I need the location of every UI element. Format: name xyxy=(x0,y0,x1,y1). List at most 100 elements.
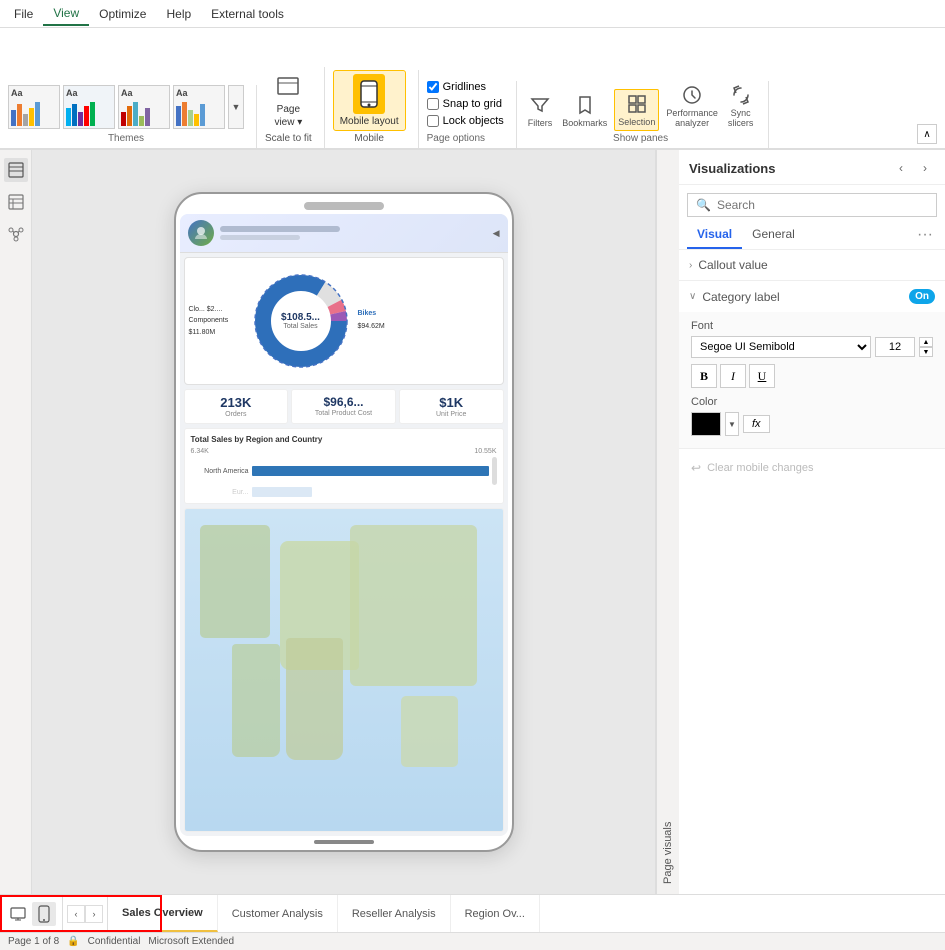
menu-file[interactable]: File xyxy=(4,3,43,25)
table-view-icon[interactable] xyxy=(4,190,28,214)
phone-mockup: ◀ Clo... $2.... Components $11.80M xyxy=(174,192,514,852)
page-options-group: Gridlines Snap to grid Lock objects Page… xyxy=(427,81,517,148)
font-field-label: Font xyxy=(691,320,933,332)
page-visuals-tab[interactable]: Page visuals xyxy=(656,150,679,894)
clear-mobile-label: Clear mobile changes xyxy=(707,462,813,474)
scale-to-fit-label: Scale to fit xyxy=(265,133,312,144)
category-label-header[interactable]: ∨ Category label On xyxy=(679,281,945,312)
page-nav-next[interactable]: › xyxy=(85,905,103,923)
mobile-view-btn[interactable] xyxy=(32,902,56,926)
color-dropdown-btn[interactable]: ▼ xyxy=(725,412,739,436)
sync-slicers-btn[interactable]: Syncslicers xyxy=(725,81,757,131)
bar-chart-section: Total Sales by Region and Country 6.34K … xyxy=(184,428,504,504)
theme-dropdown-btn[interactable]: ▼ xyxy=(228,85,244,129)
donut-label: Total Sales xyxy=(281,323,320,330)
category-toggle[interactable]: On xyxy=(909,289,935,304)
menu-external-tools[interactable]: External tools xyxy=(201,3,294,25)
theme-box-1[interactable]: Aa xyxy=(8,85,60,129)
panel-nav-forward[interactable]: › xyxy=(915,158,935,178)
desktop-view-btn[interactable] xyxy=(6,902,30,926)
snap-to-grid-checkbox[interactable]: Snap to grid xyxy=(427,98,504,110)
search-box[interactable]: 🔍 xyxy=(687,193,937,217)
page-view-label: Page xyxy=(277,104,300,115)
bottom-bar: ‹ › Sales Overview Customer Analysis Res… xyxy=(0,894,945,932)
lock-objects-checkbox[interactable]: Lock objects xyxy=(427,115,504,127)
search-icon: 🔍 xyxy=(696,198,711,212)
search-input[interactable] xyxy=(717,198,928,212)
theme-box-2[interactable]: Aa xyxy=(63,85,115,129)
category-label-section: ∨ Category label On Font Segoe UI Semibo… xyxy=(679,281,945,449)
panel-title: Visualizations xyxy=(689,161,775,176)
callout-value-label: Callout value xyxy=(698,258,935,272)
phone-header: ◀ xyxy=(180,214,508,253)
page-info: Page 1 of 8 xyxy=(8,936,59,947)
gridlines-checkbox[interactable]: Gridlines xyxy=(427,81,504,93)
model-view-icon[interactable] xyxy=(4,222,28,246)
category-label-content: Font Segoe UI Semibold ▲ ▼ xyxy=(679,312,945,448)
confidential-label: Confidential xyxy=(88,936,141,947)
tab-customer-analysis[interactable]: Customer Analysis xyxy=(218,895,338,932)
page-nav-prev[interactable]: ‹ xyxy=(67,905,85,923)
themes-group: Aa Aa xyxy=(8,85,257,148)
donut-value: $108.5... xyxy=(281,312,320,323)
theme-box-4[interactable]: Aa xyxy=(173,85,225,129)
theme-box-3[interactable]: Aa xyxy=(118,85,170,129)
tab-more-options[interactable]: ··· xyxy=(913,221,937,249)
tab-sales-overview[interactable]: Sales Overview xyxy=(108,895,218,932)
menu-view[interactable]: View xyxy=(43,2,89,26)
callout-chevron-icon: › xyxy=(689,260,692,271)
canvas-area: ◀ Clo... $2.... Components $11.80M xyxy=(32,150,655,894)
mobile-label: Mobile xyxy=(354,133,383,144)
ribbon-collapse-btn[interactable]: ∧ xyxy=(917,124,937,144)
visualizations-header: Visualizations ‹ › xyxy=(679,150,945,185)
fx-button[interactable]: fx xyxy=(743,415,770,433)
selection-btn[interactable]: Selection xyxy=(614,89,659,131)
themes-label: Themes xyxy=(108,133,144,144)
show-panes-group: Filters Bookmarks Selection Performancea… xyxy=(525,81,770,148)
bookmarks-btn[interactable]: Bookmarks xyxy=(559,91,610,131)
show-panes-label: Show panes xyxy=(613,133,668,144)
tab-visual[interactable]: Visual xyxy=(687,221,742,249)
page-tabs: Sales Overview Customer Analysis Reselle… xyxy=(108,895,945,932)
right-panel: Page visuals Visualizations ‹ › 🔍 Visual… xyxy=(655,150,945,894)
page-view-sublabel: view ▾ xyxy=(274,117,302,128)
status-bar: Page 1 of 8 🔒 Confidential Microsoft Ext… xyxy=(0,932,945,950)
tab-general[interactable]: General xyxy=(742,221,805,249)
lock-icon: 🔒 xyxy=(67,936,79,947)
mobile-layout-group: Mobile layout Mobile xyxy=(333,70,419,148)
color-swatch[interactable] xyxy=(691,412,721,436)
page-view-btn[interactable]: Page view ▾ xyxy=(266,67,310,131)
kpi-orders: 213K Orders xyxy=(184,389,289,424)
clear-mobile-changes[interactable]: ↩ Clear mobile changes xyxy=(679,453,945,483)
underline-button[interactable]: U xyxy=(749,364,775,388)
view-mode-group xyxy=(0,895,63,932)
page-options-label: Page options xyxy=(427,133,504,144)
report-view-icon[interactable] xyxy=(4,158,28,182)
kpi-total-product-cost: $96,6... Total Product Cost xyxy=(291,389,396,424)
font-size-input[interactable] xyxy=(875,337,915,357)
panel-nav-back[interactable]: ‹ xyxy=(891,158,911,178)
kpi-unit-price: $1K Unit Price xyxy=(399,389,504,424)
font-select[interactable]: Segoe UI Semibold xyxy=(691,336,871,358)
menu-optimize[interactable]: Optimize xyxy=(89,3,156,25)
menu-help[interactable]: Help xyxy=(156,3,201,25)
callout-value-section[interactable]: › Callout value xyxy=(679,250,945,281)
font-size-spinner[interactable]: ▲ ▼ xyxy=(919,337,933,357)
category-chevron-icon: ∨ xyxy=(689,291,696,302)
left-iconbar xyxy=(0,150,32,894)
filters-btn[interactable]: Filters xyxy=(525,91,556,131)
map-section xyxy=(184,508,504,832)
clear-icon: ↩ xyxy=(691,461,701,475)
tab-region-overview[interactable]: Region Ov... xyxy=(451,895,540,932)
color-field-label: Color xyxy=(691,396,933,408)
kpi-row: 213K Orders $96,6... Total Product Cost … xyxy=(184,389,504,424)
extended-label: Microsoft Extended xyxy=(148,936,234,947)
category-label-title: Category label xyxy=(702,290,909,304)
page-view-group: Page view ▾ Scale to fit xyxy=(265,67,325,148)
italic-button[interactable]: I xyxy=(720,364,746,388)
tab-reseller-analysis[interactable]: Reseller Analysis xyxy=(338,895,451,932)
mobile-layout-label: Mobile layout xyxy=(340,116,399,127)
mobile-layout-btn[interactable]: Mobile layout xyxy=(333,70,406,131)
bold-button[interactable]: B xyxy=(691,364,717,388)
performance-analyzer-btn[interactable]: Performanceanalyzer xyxy=(663,81,721,131)
